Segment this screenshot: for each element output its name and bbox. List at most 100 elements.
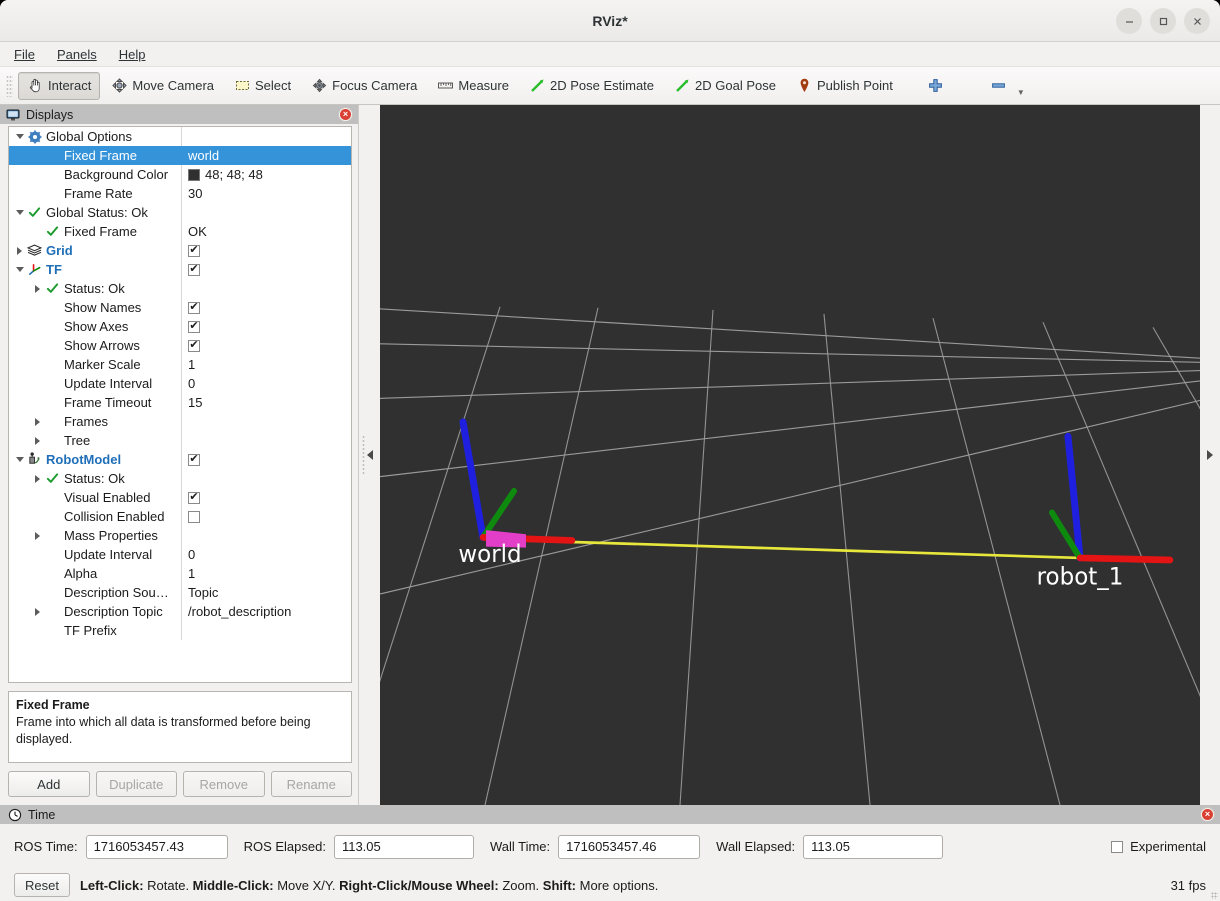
tree-row-frames[interactable]: Frames: [9, 412, 351, 431]
tree-row-update-interval[interactable]: Update Interval 0: [9, 545, 351, 564]
tree-row-checkbox[interactable]: [188, 510, 200, 523]
expander-expand-icon[interactable]: [31, 417, 44, 426]
expander-expand-icon[interactable]: [31, 436, 44, 445]
expander-collapse-icon[interactable]: [13, 134, 26, 139]
tree-row-update-interval[interactable]: Update Interval 0: [9, 374, 351, 393]
toolbar-grip[interactable]: [6, 74, 13, 97]
experimental-checkbox[interactable]: [1111, 840, 1124, 853]
tree-row-value-cell[interactable]: 0: [181, 374, 351, 393]
tool-interact[interactable]: Interact: [18, 71, 101, 100]
tree-row-background-color[interactable]: Background Color 48; 48; 48: [9, 165, 351, 184]
tree-row-checkbox[interactable]: ✔: [188, 263, 200, 276]
tool-measure[interactable]: Measure: [428, 72, 518, 100]
tree-row-checkbox[interactable]: ✔: [188, 244, 200, 257]
maximize-button[interactable]: [1150, 8, 1176, 34]
tree-row-description-sou[interactable]: Description Sou… Topic: [9, 583, 351, 602]
tree-row-checkbox[interactable]: ✔: [188, 301, 200, 314]
expander-expand-icon[interactable]: [31, 531, 44, 540]
expander-collapse-icon[interactable]: [13, 457, 26, 462]
tree-row-tf-prefix[interactable]: TF Prefix: [9, 621, 351, 640]
reset-button[interactable]: Reset: [14, 873, 70, 897]
tree-row-value-cell[interactable]: 15: [181, 393, 351, 412]
tree-row-value-cell[interactable]: 48; 48; 48: [181, 165, 351, 184]
tree-row-visual-enabled[interactable]: Visual Enabled ✔: [9, 488, 351, 507]
tree-row-value-cell[interactable]: OK: [181, 222, 351, 241]
tree-row-marker-scale[interactable]: Marker Scale 1: [9, 355, 351, 374]
tree-row-mass-properties[interactable]: Mass Properties: [9, 526, 351, 545]
tree-row-value-cell[interactable]: ✔: [181, 317, 351, 336]
menu-panels[interactable]: Panels: [57, 47, 97, 62]
tool-focus-camera[interactable]: Focus Camera: [302, 72, 426, 100]
tree-row-collision-enabled[interactable]: Collision Enabled: [9, 507, 351, 526]
tool-publish-point[interactable]: Publish Point: [787, 72, 902, 100]
expander-expand-icon[interactable]: [31, 474, 44, 483]
tree-row-checkbox[interactable]: ✔: [188, 453, 200, 466]
wall-time-input[interactable]: 1716053457.46: [558, 834, 701, 859]
left-splitter[interactable]: [358, 105, 380, 805]
tree-row-value-cell[interactable]: ✔: [181, 298, 351, 317]
tree-row-fixed-frame[interactable]: Fixed Frame OK: [9, 222, 351, 241]
render-viewport-3d[interactable]: world robot_1: [380, 105, 1200, 805]
tree-row-grid[interactable]: Grid ✔: [9, 241, 351, 260]
expander-expand-icon[interactable]: [31, 284, 44, 293]
tree-row-show-names[interactable]: Show Names ✔: [9, 298, 351, 317]
tree-row-checkbox[interactable]: ✔: [188, 339, 200, 352]
resize-grip[interactable]: [1211, 892, 1218, 899]
tree-row-global-status-ok[interactable]: Global Status: Ok: [9, 203, 351, 222]
add-tool-button[interactable]: [918, 72, 953, 100]
remove-tool-button[interactable]: [981, 72, 1016, 100]
expander-collapse-icon[interactable]: [13, 267, 26, 272]
tool-select[interactable]: Select: [225, 72, 300, 100]
tool-move-camera[interactable]: Move Camera: [102, 72, 223, 100]
tree-row-description-topic[interactable]: Description Topic/robot_description: [9, 602, 351, 621]
tree-row-value-cell[interactable]: ✔: [181, 450, 351, 469]
minimize-button[interactable]: [1116, 8, 1142, 34]
tree-row-tree[interactable]: Tree: [9, 431, 351, 450]
ros-time-input[interactable]: 1716053457.43: [85, 834, 228, 859]
tree-row-value-cell[interactable]: Topic: [181, 583, 351, 602]
ros-elapsed-input[interactable]: 113.05: [333, 834, 474, 859]
menu-file[interactable]: File: [14, 47, 35, 62]
menu-help[interactable]: Help: [119, 47, 146, 62]
tree-row-value-cell[interactable]: 1: [181, 355, 351, 374]
expander-expand-icon[interactable]: [13, 246, 26, 255]
tree-row-status-ok[interactable]: Status: Ok: [9, 469, 351, 488]
tree-row-tf[interactable]: TF ✔: [9, 260, 351, 279]
tree-row-alpha[interactable]: Alpha 1: [9, 564, 351, 583]
tree-row-value-cell[interactable]: /robot_description: [181, 602, 351, 621]
tool-2d-goal-pose[interactable]: 2D Goal Pose: [665, 72, 785, 100]
right-splitter[interactable]: [1200, 105, 1220, 805]
tree-row-value-cell[interactable]: ✔: [181, 488, 351, 507]
tree-row-value-cell[interactable]: 0: [181, 545, 351, 564]
tree-row-value-cell[interactable]: 30: [181, 184, 351, 203]
expander-expand-icon[interactable]: [31, 607, 44, 616]
tree-row-robotmodel[interactable]: RobotModel ✔: [9, 450, 351, 469]
toolbar-overflow-caret[interactable]: ▼: [1017, 88, 1025, 100]
tree-row-frame-timeout[interactable]: Frame Timeout 15: [9, 393, 351, 412]
tree-row-global-options[interactable]: Global Options: [9, 127, 351, 146]
tree-row-value-cell[interactable]: [181, 507, 351, 526]
tree-row-show-arrows[interactable]: Show Arrows ✔: [9, 336, 351, 355]
close-button[interactable]: [1184, 8, 1210, 34]
tree-row-value-cell[interactable]: 1: [181, 564, 351, 583]
time-panel-close-button[interactable]: ×: [1200, 807, 1215, 822]
chevron-right-icon[interactable]: [1207, 450, 1213, 460]
expander-collapse-icon[interactable]: [13, 210, 26, 215]
tree-row-fixed-frame[interactable]: Fixed Frame world: [9, 146, 351, 165]
displays-panel-close-button[interactable]: ×: [338, 107, 353, 122]
experimental-checkbox-group[interactable]: Experimental: [1111, 839, 1206, 854]
tool-2d-pose-estimate[interactable]: 2D Pose Estimate: [520, 72, 663, 100]
displays-tree-container[interactable]: Global Options Fixed Frame world Background…: [8, 126, 352, 683]
tree-row-status-ok[interactable]: Status: Ok: [9, 279, 351, 298]
tree-row-value-cell[interactable]: ✔: [181, 260, 351, 279]
tree-row-value-cell[interactable]: ✔: [181, 336, 351, 355]
wall-elapsed-input[interactable]: 113.05: [803, 834, 944, 859]
tree-row-checkbox[interactable]: ✔: [188, 320, 200, 333]
tree-row-frame-rate[interactable]: Frame Rate 30: [9, 184, 351, 203]
add-button[interactable]: Add: [8, 771, 90, 797]
tree-row-show-axes[interactable]: Show Axes ✔: [9, 317, 351, 336]
tree-row-value-cell[interactable]: world: [181, 146, 351, 165]
tree-row-value-cell[interactable]: ✔: [181, 241, 351, 260]
chevron-left-icon[interactable]: [366, 450, 373, 460]
tree-row-checkbox[interactable]: ✔: [188, 491, 200, 504]
